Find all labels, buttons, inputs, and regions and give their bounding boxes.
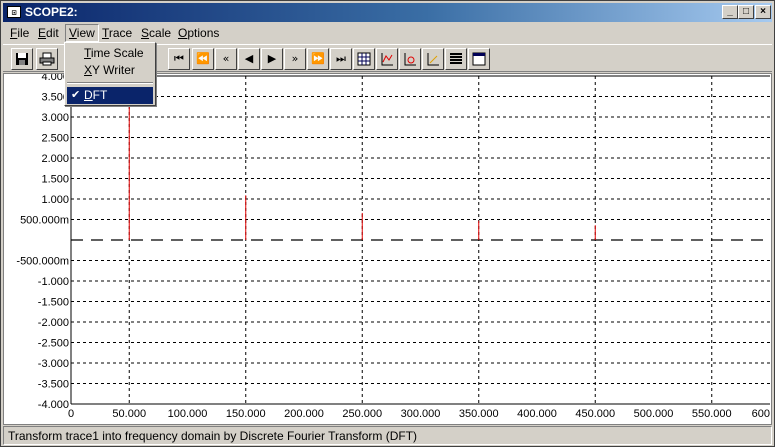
menu-options-label: ptions: [187, 26, 220, 40]
menu-trace[interactable]: Trace: [102, 26, 132, 40]
y-tick-label: -4.000: [38, 399, 69, 411]
time-scale-label: ime Scale: [90, 46, 144, 60]
status-bar: Transform trace1 into frequency domain b…: [3, 426, 772, 445]
y-tick-label: 1.000: [41, 194, 69, 206]
window-title: SCOPE2:: [25, 5, 78, 19]
play-icon[interactable]: ▶: [261, 48, 283, 70]
menu-file[interactable]: File: [10, 26, 29, 40]
x-tick-label: 50.000: [112, 408, 146, 420]
menu-file-label: ile: [17, 26, 30, 40]
menu-edit-label: dit: [46, 26, 59, 40]
first-icon[interactable]: ⏮: [168, 48, 190, 70]
y-tick-label: -2.500: [38, 338, 69, 350]
x-tick-label: 400.000: [517, 408, 557, 420]
print-icon[interactable]: [36, 48, 58, 70]
y-tick-label: -1.500: [38, 297, 69, 309]
menu-bar: File Edit View Trace Scale Options: [3, 23, 772, 42]
list-icon[interactable]: [445, 48, 467, 70]
step-back-icon[interactable]: ◀: [238, 48, 260, 70]
y-tick-label: -3.000: [38, 358, 69, 370]
plot-area[interactable]: 4.000 3.500 3.000 2.500 2.000 1.500 1.000 500.0…: [3, 71, 772, 425]
x-tick-label: 0: [68, 408, 74, 420]
dft-label: FT: [92, 88, 108, 102]
check-icon: ✔: [71, 89, 81, 101]
menu-edit[interactable]: Edit: [38, 26, 59, 40]
x-tick-label: 450.000: [575, 408, 615, 420]
save-icon[interactable]: [11, 48, 33, 70]
xy-writer-mnemonic: X: [84, 63, 93, 77]
scope-icon[interactable]: ⊡: [7, 6, 21, 18]
dft-chart[interactable]: 4.0003.5003.0002.5002.0001.5001.000500.0…: [4, 71, 771, 424]
dft-mnemonic: D: [84, 88, 93, 102]
fast-forward-icon[interactable]: ⏩: [307, 48, 329, 70]
menu-options-mnemonic: O: [178, 26, 188, 40]
forward-icon[interactable]: »: [284, 48, 306, 70]
menu-trace-label: race: [108, 26, 133, 40]
x-tick-label: 350.000: [459, 408, 499, 420]
xy-writer-label: Y Writer: [92, 63, 135, 77]
menu-options[interactable]: Options: [178, 26, 219, 40]
x-tick-label: 300.000: [401, 408, 441, 420]
y-tick-label: -500.000m: [16, 256, 69, 268]
menu-view-mnemonic: V: [69, 26, 77, 40]
menu-view[interactable]: View: [65, 24, 99, 42]
x-tick-label: 150.000: [226, 408, 266, 420]
lo-icon[interactable]: [399, 48, 421, 70]
menu-scale-label: cale: [149, 26, 172, 40]
time-scale-mnemonic: T: [84, 46, 91, 60]
menu-item-time-scale[interactable]: Time Scale: [67, 45, 153, 62]
y-tick-label: 3.000: [41, 112, 69, 124]
menu-view-label: iew: [76, 26, 95, 40]
y-tick-label: 500.000m: [20, 215, 69, 227]
x-tick-label: 250.000: [342, 408, 382, 420]
menu-scale[interactable]: Scale: [141, 26, 171, 40]
close-icon[interactable]: ×: [755, 5, 771, 19]
y-tick-label: -3.500: [38, 379, 69, 391]
last-icon[interactable]: ⏭: [330, 48, 352, 70]
view-menu-dropdown: Time Scale XY Writer ✔ DFT: [64, 42, 156, 106]
status-text: Transform trace1 into frequency domain b…: [8, 429, 418, 443]
x-tick-label: 100.000: [168, 408, 208, 420]
y-tick-label: 2.000: [41, 153, 69, 165]
menu-separator: [67, 82, 153, 84]
title-bar[interactable]: ⊡ SCOPE2: _ □ ×: [3, 3, 772, 22]
x-tick-label: 500.000: [634, 408, 674, 420]
rewind-icon[interactable]: «: [215, 48, 237, 70]
minimize-icon[interactable]: _: [722, 5, 738, 19]
menu-edit-mnemonic: E: [38, 26, 47, 40]
y-tick-label: -1.000: [38, 276, 69, 288]
scope-window: ⊡ SCOPE2: _ □ × File Edit View Trace Sca…: [0, 0, 775, 447]
y-tick-label: 1.500: [41, 174, 69, 186]
menu-trace-mnemonic: T: [102, 26, 109, 40]
x-tick-label: 550.000: [692, 408, 732, 420]
y-tick-label: 2.500: [41, 133, 69, 145]
menu-scale-mnemonic: S: [141, 26, 150, 40]
window-icon[interactable]: [468, 48, 490, 70]
x-tick-label: 200.000: [284, 408, 324, 420]
xy-icon[interactable]: [422, 48, 444, 70]
x-tick-label: 600: [752, 408, 770, 420]
menu-item-dft[interactable]: ✔ DFT: [67, 87, 153, 104]
grid-icon[interactable]: [353, 48, 375, 70]
fast-rewind-icon[interactable]: ⏪: [192, 48, 214, 70]
trace-icon[interactable]: [376, 48, 398, 70]
menu-item-xy-writer[interactable]: XY Writer: [67, 62, 153, 79]
maximize-icon[interactable]: □: [738, 5, 754, 19]
y-tick-label: -2.000: [38, 317, 69, 329]
